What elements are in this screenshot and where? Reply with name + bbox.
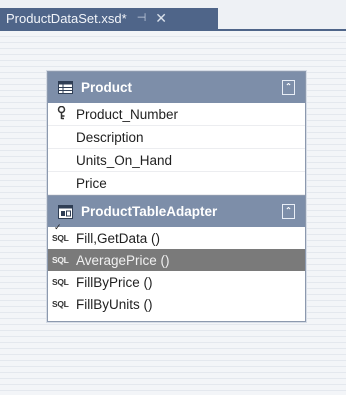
column-name: Units_On_Hand — [76, 152, 173, 168]
pin-icon[interactable]: ⊣ — [137, 8, 147, 29]
panel-bottom-padding — [48, 315, 305, 321]
method-row-fillbyunits[interactable]: SQL FillByUnits () — [48, 293, 305, 315]
method-row-fill-getdata[interactable]: ✓ SQL Fill,GetData () — [48, 222, 305, 249]
column-row-price[interactable]: Price — [48, 172, 305, 195]
sql-icon: SQL — [52, 255, 69, 265]
product-table-panel[interactable]: Product ⌃ Product_Number Description Uni… — [47, 71, 306, 322]
product-table-header[interactable]: Product ⌃ — [48, 72, 305, 103]
sql-icon: SQL — [52, 299, 69, 309]
method-row-fillbyprice[interactable]: SQL FillByPrice () — [48, 271, 305, 293]
column-name: Product_Number — [76, 106, 179, 122]
column-row-units-on-hand[interactable]: Units_On_Hand — [48, 149, 305, 172]
table-adapter-header[interactable]: ProductTableAdapter ⌃ — [48, 195, 305, 227]
column-row-product-number[interactable]: Product_Number — [48, 103, 305, 126]
collapse-product-button[interactable]: ⌃ — [282, 80, 295, 95]
document-tab-strip: ProductDataSet.xsd* ⊣ ✕ — [0, 0, 346, 29]
tab-title: ProductDataSet.xsd* — [6, 11, 127, 26]
table-icon — [57, 81, 73, 95]
method-name: AveragePrice () — [76, 252, 170, 268]
column-name: Description — [76, 129, 144, 145]
column-row-description[interactable]: Description — [48, 126, 305, 149]
tab-productdataset[interactable]: ProductDataSet.xsd* ⊣ ✕ — [0, 8, 218, 29]
product-table-name: Product — [81, 80, 133, 95]
table-adapter-icon — [57, 204, 73, 219]
column-name: Price — [76, 175, 107, 191]
designer-surface[interactable]: Product ⌃ Product_Number Description Uni… — [0, 31, 346, 395]
sql-icon: SQL — [52, 277, 69, 287]
default-query-check-icon: ✓ — [54, 222, 62, 232]
method-name: FillByPrice () — [76, 274, 153, 290]
method-name: FillByUnits () — [76, 296, 153, 312]
table-adapter-name: ProductTableAdapter — [81, 204, 218, 219]
sql-icon: SQL — [52, 233, 69, 243]
method-row-averageprice[interactable]: SQL AveragePrice () — [48, 249, 305, 271]
close-icon[interactable]: ✕ — [155, 8, 167, 29]
collapse-adapter-button[interactable]: ⌃ — [282, 204, 295, 219]
primary-key-icon — [57, 105, 66, 123]
method-name: Fill,GetData () — [76, 230, 161, 246]
